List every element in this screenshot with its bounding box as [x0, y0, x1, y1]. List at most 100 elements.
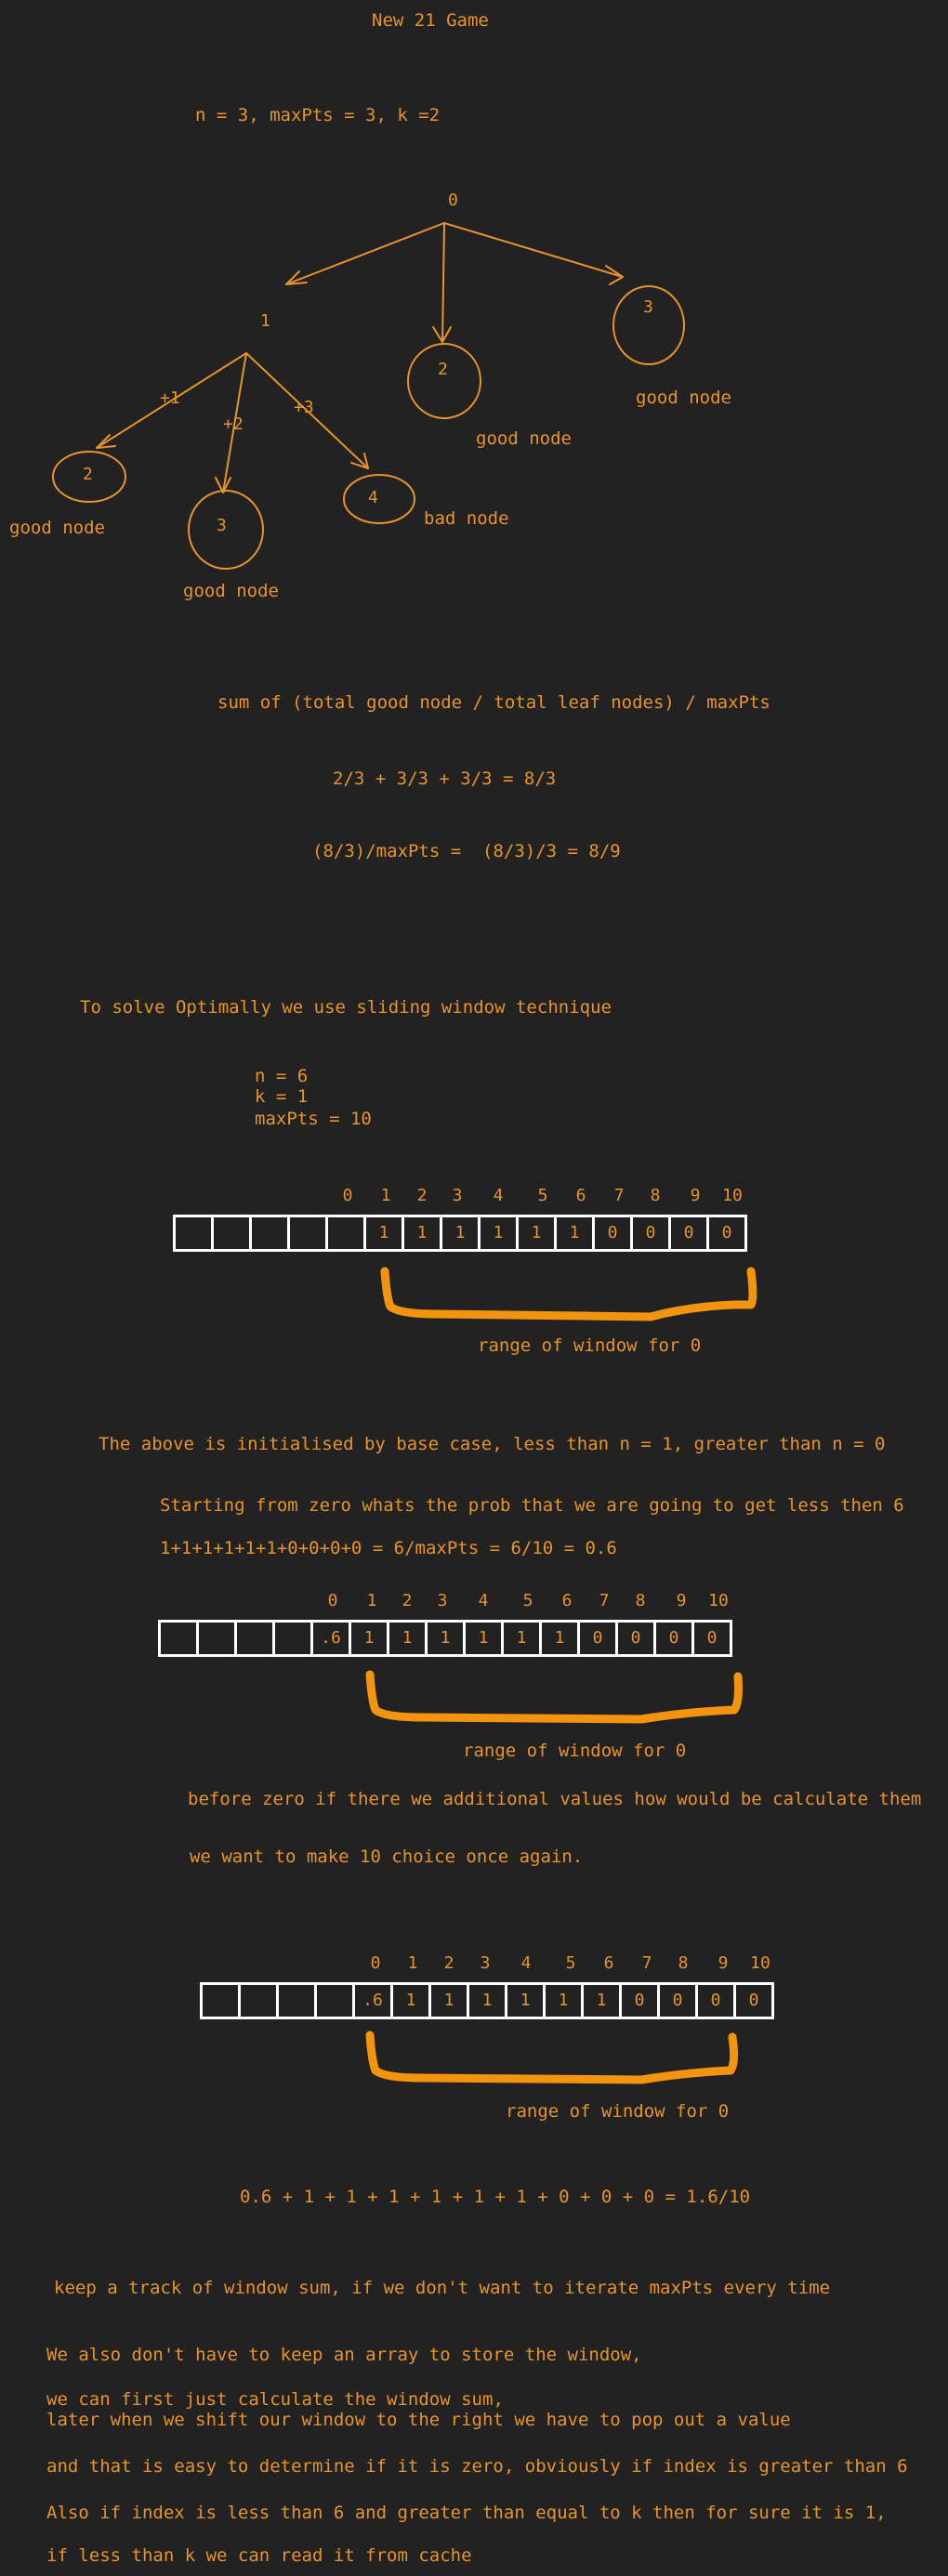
array-cell: 1	[363, 1215, 404, 1252]
good-node-label-leaf3: good node	[183, 581, 279, 601]
note-before-zero: before zero if there we additional value…	[188, 1789, 922, 1809]
array-cell: 1	[505, 1982, 546, 2019]
note-ten-choice: we want to make 10 choice once again.	[190, 1847, 584, 1867]
note-starting-zero: Starting from zero whats the prob that w…	[160, 1495, 904, 1516]
array-index-label: 8	[678, 1953, 689, 1973]
node-2-label: 2	[438, 360, 448, 379]
leaf-4-label: 4	[368, 488, 378, 507]
note-one-check: Also if index is less than 6 and greater…	[46, 2503, 887, 2523]
array-cell: 1	[539, 1620, 580, 1657]
array-cell: 0	[592, 1215, 633, 1252]
array-index-label: 7	[613, 1186, 625, 1205]
array-cell: 0	[619, 1982, 660, 2019]
array-index-label: 2	[402, 1591, 413, 1610]
array-cell: 1	[349, 1620, 389, 1657]
note-base-case: The above is initialised by base case, l…	[99, 1434, 886, 1454]
leaf-3-label: 3	[217, 516, 227, 535]
circle-n2	[407, 343, 481, 419]
node-1-label: 1	[260, 311, 270, 331]
array-index-label: 7	[599, 1591, 610, 1610]
formula-sum: sum of (total good node / total leaf nod…	[217, 692, 770, 713]
note-final-sum: 0.6 + 1 + 1 + 1 + 1 + 1 + 1 + 0 + 0 + 0 …	[240, 2187, 751, 2207]
array-index-label: 8	[635, 1591, 646, 1610]
tree-diagram	[52, 222, 685, 570]
note-shift-window: later when we shift our window to the ri…	[46, 2410, 791, 2430]
note-no-array: We also don't have to keep an array to s…	[46, 2345, 642, 2365]
array-index-label: 0	[370, 1953, 381, 1973]
param-n: n = 6	[255, 1066, 309, 1086]
array-cell: 1	[467, 1982, 507, 2019]
array-cell: 0	[615, 1620, 656, 1657]
edge-root-n1	[285, 222, 445, 285]
array-cell: 1	[501, 1620, 542, 1657]
leaf-2-label: 2	[83, 465, 93, 484]
array-index-label: 4	[493, 1186, 504, 1205]
good-node-label-3: good node	[636, 388, 731, 408]
note-window-sum: keep a track of window sum, if we don't …	[54, 2278, 831, 2298]
good-node-label-leaf2: good node	[9, 518, 105, 538]
array-index-label: 2	[416, 1186, 428, 1205]
array-index-label: 5	[537, 1186, 548, 1205]
edge-root-n2	[441, 222, 445, 343]
array-index-label: 6	[561, 1591, 573, 1610]
formula-fractions: 2/3 + 3/3 + 3/3 = 8/3	[333, 769, 557, 789]
array-index-label: 1	[380, 1186, 391, 1205]
array-index-label: 5	[565, 1953, 576, 1973]
array-cell: 0	[630, 1215, 671, 1252]
range-label-1: range of window for 0	[478, 1335, 702, 1356]
array-cell	[173, 1215, 214, 1252]
array-cell	[200, 1982, 241, 2019]
bad-node-label-leaf4: bad node	[424, 508, 509, 529]
array-cell	[234, 1620, 275, 1657]
circle-l4	[343, 474, 415, 524]
note-calc-first: we can first just calculate the window s…	[46, 2389, 504, 2410]
array-cell: 1	[428, 1982, 469, 2019]
array-cell: 0	[733, 1982, 774, 2019]
array-index-label: 10	[722, 1186, 743, 1205]
array-index-label: 3	[452, 1186, 463, 1205]
array-cell: 0	[706, 1215, 747, 1252]
array-cell	[196, 1620, 237, 1657]
array-index-label: 3	[437, 1591, 448, 1610]
array-cell: 1	[478, 1215, 519, 1252]
note-zero-check: and that is easy to determine if it is z…	[46, 2456, 908, 2477]
array-cell: .6	[352, 1982, 393, 2019]
array-index-label: 0	[327, 1591, 338, 1610]
node-3-label: 3	[643, 297, 653, 317]
array-cell: 0	[657, 1982, 698, 2019]
array-cell	[272, 1620, 313, 1657]
note-cache: if less than k we can read it from cache	[46, 2545, 472, 2566]
good-node-label-2: good node	[476, 428, 572, 449]
array-cell: 1	[440, 1215, 481, 1252]
array-cell: 0	[668, 1215, 709, 1252]
array-cell: 0	[577, 1620, 618, 1657]
array-index-label: 3	[480, 1953, 491, 1973]
array-cell	[238, 1982, 279, 2019]
array-cell: 1	[581, 1982, 622, 2019]
array-cell	[249, 1215, 290, 1252]
array-cell: 1	[516, 1215, 557, 1252]
array-index-label: 4	[478, 1591, 489, 1610]
node-root-label: 0	[448, 191, 458, 210]
bracket-3	[365, 2031, 739, 2084]
param-maxpts: maxPts = 10	[255, 1109, 372, 1129]
array-index-label: 6	[575, 1186, 586, 1205]
array-cell	[287, 1215, 328, 1252]
array-index-label: 1	[366, 1591, 377, 1610]
array-index-label: 6	[603, 1953, 614, 1973]
array-cell: 1	[402, 1215, 442, 1252]
edge-plus3-label: +3	[294, 398, 314, 417]
range-label-2: range of window for 0	[463, 1741, 687, 1761]
bracket-1	[380, 1267, 757, 1321]
edge-plus2-label: +2	[223, 414, 244, 434]
array-cell: 1	[425, 1620, 466, 1657]
array-index-label: 4	[520, 1953, 532, 1973]
array-index-label: 10	[708, 1591, 729, 1610]
edge-plus1-label: +1	[160, 388, 180, 408]
array-cell: 1	[390, 1982, 431, 2019]
array-cell: .6	[310, 1620, 351, 1657]
formula-divide: (8/3)/maxPts = (8/3)/3 = 8/9	[312, 841, 621, 861]
array-cell: 1	[554, 1215, 595, 1252]
array-index-label: 10	[750, 1953, 770, 1973]
array-index-label: 0	[342, 1186, 353, 1205]
